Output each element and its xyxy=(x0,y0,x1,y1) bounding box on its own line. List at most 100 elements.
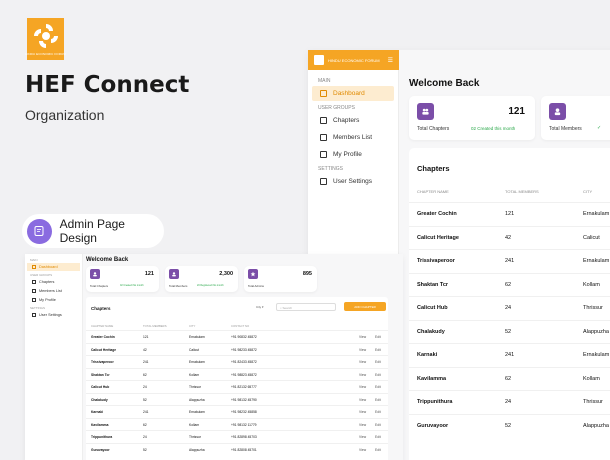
edit-button[interactable]: Edit xyxy=(375,335,381,339)
table-row[interactable]: Shaktan Tcr 62 Kollam +91 98823 45872 View Ed… xyxy=(86,367,388,380)
small-card-members-sub: 20 Registered this month xyxy=(197,284,224,287)
table-row[interactable]: Trissivaperoor 241 Ernakulam +91 82433 4587… xyxy=(86,355,388,367)
edit-button[interactable]: Edit xyxy=(375,398,381,402)
view-button[interactable]: View xyxy=(359,398,366,402)
hamburger-icon[interactable]: ☰ xyxy=(388,57,393,64)
small-nav-members[interactable]: Members List xyxy=(27,287,80,295)
big-card-chapters-sub: 02 Created this month xyxy=(471,126,516,131)
city-cell: Thrissur xyxy=(189,435,201,439)
table-row[interactable]: Chalakudy 52 Alappuzha xyxy=(409,319,610,343)
table-row[interactable]: Trissivaperoor 241 Ernakulam xyxy=(409,249,610,272)
big-brand-text: HINDU ECONOMIC FORUM xyxy=(328,57,380,63)
table-row[interactable]: Karnaki 241 Ernakulam +91 98232 45858 View Ed… xyxy=(86,405,388,417)
big-nav-settings-label: User Settings xyxy=(333,178,373,185)
table-row[interactable]: Calicut Heritage 42 Calicut xyxy=(409,225,610,249)
table-row[interactable]: Calicut Hub 24 Thrissur xyxy=(409,296,610,319)
big-card-members[interactable]: Total Members ✓ xyxy=(541,96,610,140)
table-row[interactable]: Greater Cochin 121 Ernakulam xyxy=(409,202,610,225)
city-cell: Thrissur xyxy=(583,399,603,405)
edit-button[interactable]: Edit xyxy=(375,435,381,439)
city-cell: Ernakulam xyxy=(189,410,205,414)
members-cell: 241 xyxy=(143,410,149,414)
table-row[interactable]: Kavilamma 62 Kollam +91 98132 11779 View Edit xyxy=(86,417,388,430)
members-cell: 42 xyxy=(143,347,147,352)
edit-button[interactable]: Edit xyxy=(375,410,381,414)
members-cell: 62 xyxy=(143,422,147,427)
view-button[interactable]: View xyxy=(359,373,366,377)
view-button[interactable]: View xyxy=(359,385,366,389)
big-card-chapters[interactable]: 121 Total Chapters 02 Created this month xyxy=(409,96,535,140)
add-chapter-button[interactable]: ADD CHAPTER xyxy=(344,302,386,311)
small-card-admins[interactable]: 895 Total Admins xyxy=(244,266,317,292)
members-cell: 52 xyxy=(143,397,147,402)
contact-cell: +91 82433 45872 xyxy=(231,360,257,364)
small-card-chapters[interactable]: 121 Total Chapters 02 Created this month xyxy=(86,266,159,292)
table-row[interactable]: Trippunithura 24 Thrissur xyxy=(409,390,610,413)
small-nav-dashboard-label: Dashboard xyxy=(39,265,58,269)
members-cell: 121 xyxy=(505,211,515,217)
small-card-admins-value: 895 xyxy=(302,271,312,277)
city-cell: Thrissur xyxy=(189,385,201,389)
big-nav-profile[interactable]: My Profile xyxy=(312,147,394,162)
page-subtitle: Organization xyxy=(25,107,105,123)
members-icon xyxy=(320,134,327,141)
big-card-chapters-value: 121 xyxy=(508,106,525,117)
city-cell: Ernakulam xyxy=(583,211,610,217)
edit-button[interactable]: Edit xyxy=(375,448,381,452)
city-filter[interactable]: City ▾ xyxy=(256,305,264,309)
small-nav-dashboard[interactable]: Dashboard xyxy=(27,263,80,271)
big-nav-chapters[interactable]: Chapters xyxy=(312,113,394,128)
view-button[interactable]: View xyxy=(359,435,366,439)
small-section-main: MAIN xyxy=(30,258,38,262)
edit-button[interactable]: Edit xyxy=(375,373,381,377)
edit-button[interactable]: Edit xyxy=(375,385,381,389)
chapter-name-cell: Kavilamma xyxy=(417,375,447,382)
table-row[interactable]: Greater Cochin 121 Ernakulam +91 90832 4587… xyxy=(86,330,388,342)
small-nav-settings[interactable]: User Settings xyxy=(27,311,80,319)
view-button[interactable]: View xyxy=(359,448,366,452)
view-button[interactable]: View xyxy=(359,348,366,352)
chapter-name-cell: Shaktan Tcr xyxy=(91,372,110,377)
contact-cell: +91 82808 45701 xyxy=(231,447,257,452)
big-nav-members[interactable]: Members List xyxy=(312,130,394,145)
chapter-name-cell: Trissivaperoor xyxy=(417,258,455,264)
big-nav-members-label: Members List xyxy=(333,134,373,141)
city-cell: Calicut xyxy=(189,347,200,352)
logo-text: HINDU ECONOMIC FORUM xyxy=(25,52,66,56)
table-row[interactable]: Karnaki 241 Ernakulam xyxy=(409,343,610,366)
small-nav-chapters[interactable]: Chapters xyxy=(27,278,80,286)
contact-cell: +91 82898 45703 xyxy=(231,435,257,439)
small-card-chapters-label: Total Chapters xyxy=(90,284,109,288)
edit-button[interactable]: Edit xyxy=(375,360,381,364)
table-row[interactable]: Calicut Heritage 42 Calicut +91 98233 45872… xyxy=(86,342,388,355)
contact-cell: +91 98132 45790 xyxy=(231,397,257,402)
small-nav-profile[interactable]: My Profile xyxy=(27,296,80,304)
big-header-name: CHAPTER NAME xyxy=(417,189,449,194)
table-row[interactable]: Guruvayoor 52 Alappuzha +91 82808 45701 View… xyxy=(86,442,388,455)
small-card-admins-label: Total Admins xyxy=(248,284,264,288)
search-input[interactable]: ⌕ Search xyxy=(276,303,336,311)
city-cell: Alappuzha xyxy=(189,397,205,402)
table-row[interactable]: Trippunithura 24 Thrissur +91 82898 45703 Vi… xyxy=(86,430,388,442)
small-card-members[interactable]: 2,300 Total Members 20 Registered this m… xyxy=(165,266,238,292)
edit-button[interactable]: Edit xyxy=(375,423,381,427)
table-row[interactable]: Chalakudy 52 Alappuzha +91 98132 45790 View E… xyxy=(86,392,388,405)
view-button[interactable]: View xyxy=(359,423,366,427)
small-card-chapters-sub: 02 Created this month xyxy=(120,284,144,287)
table-row[interactable]: Calicut Hub 24 Thrissur +91 82132 65777 View… xyxy=(86,380,388,392)
table-row[interactable]: Shaktan Tcr 62 Kollam xyxy=(409,272,610,296)
big-nav-dashboard[interactable]: Dashboard xyxy=(312,86,394,101)
edit-button[interactable]: Edit xyxy=(375,348,381,352)
view-button[interactable]: View xyxy=(359,360,366,364)
table-row[interactable]: Kavilamma 62 Kollam xyxy=(409,366,610,390)
small-card-chapters-value: 121 xyxy=(144,271,154,277)
view-button[interactable]: View xyxy=(359,335,366,339)
big-nav-settings[interactable]: User Settings xyxy=(312,174,394,189)
chapter-name-cell: Trippunithura xyxy=(91,435,113,439)
chapter-name-cell: Chalakudy xyxy=(417,328,445,335)
table-row[interactable]: Guruvayoor 52 Alappuzha xyxy=(409,413,610,437)
members-cell: 24 xyxy=(505,399,512,405)
big-nav-chapters-label: Chapters xyxy=(333,117,360,124)
view-button[interactable]: View xyxy=(359,410,366,414)
chapter-name-cell: Calicut Hub xyxy=(417,305,448,311)
